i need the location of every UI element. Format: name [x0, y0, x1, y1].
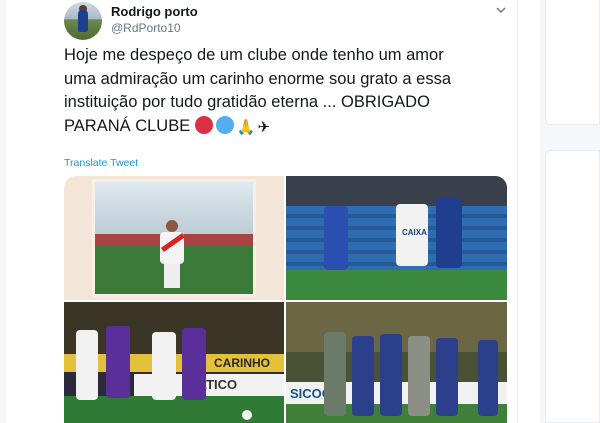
tweet-text-line: PARANÁ CLUBE: [64, 116, 191, 135]
airplane-icon: ✈: [257, 118, 271, 136]
photo-pitch: [286, 270, 507, 300]
player-figure: [436, 338, 458, 416]
chevron-down-icon[interactable]: [494, 4, 508, 18]
tweet-text: Hoje me despeço de um clube onde tenho u…: [64, 44, 509, 139]
player-figure: [182, 328, 206, 400]
tweet-text-line: instituição por tudo gratidão eterna ...…: [64, 93, 430, 111]
player-figure: [152, 332, 176, 400]
tweet-photo-2[interactable]: CAIXA: [286, 176, 507, 300]
tweet-photo-4[interactable]: SICOO: [286, 302, 507, 423]
player-figure: [478, 340, 498, 416]
blue-circle-icon: [215, 115, 234, 134]
tweet-text-line: Hoje me despeço de um clube onde tenho u…: [64, 46, 444, 64]
ad-board-text: CARINHO: [214, 356, 270, 370]
tweet-photo-3[interactable]: CARINHO STATICO: [64, 302, 284, 423]
media-grid: CAIXA CARINHO STATICO SICOO: [64, 176, 507, 423]
display-name[interactable]: Rodrigo porto: [111, 4, 198, 19]
translate-tweet-link[interactable]: Translate Tweet: [64, 157, 138, 169]
red-circle-icon: [194, 115, 213, 134]
folded-hands-icon: 🙏: [236, 118, 256, 136]
sponsor-logo: CAIXA: [402, 228, 427, 237]
player-figure: [380, 334, 402, 416]
tweet-text-line-last: PARANÁ CLUBE 🙏 ✈: [64, 115, 509, 140]
timeline-divider: [517, 0, 518, 423]
avatar-figure: [78, 10, 88, 32]
player-figure: [324, 332, 346, 416]
football: [242, 410, 252, 420]
player-figure: [76, 330, 98, 400]
player-figure: [408, 336, 430, 416]
photo-crowd: [286, 176, 507, 206]
page-background-left: [0, 0, 6, 423]
player-figure: [106, 326, 130, 398]
avatar[interactable]: [64, 2, 102, 40]
sidebar-card: [545, 150, 600, 423]
player-figure: [436, 198, 462, 268]
player-figure: [352, 336, 374, 416]
photo-pitch: [64, 396, 284, 423]
player-figure: [324, 206, 348, 270]
tweet-text-line: uma admiração um carinho enorme sou grat…: [64, 69, 452, 88]
sidebar-card: [545, 0, 600, 125]
user-handle[interactable]: @RdPorto10: [111, 21, 181, 35]
photo-frame: [92, 179, 256, 297]
player-figure: [157, 220, 187, 290]
tweet-photo-1[interactable]: [64, 176, 284, 300]
